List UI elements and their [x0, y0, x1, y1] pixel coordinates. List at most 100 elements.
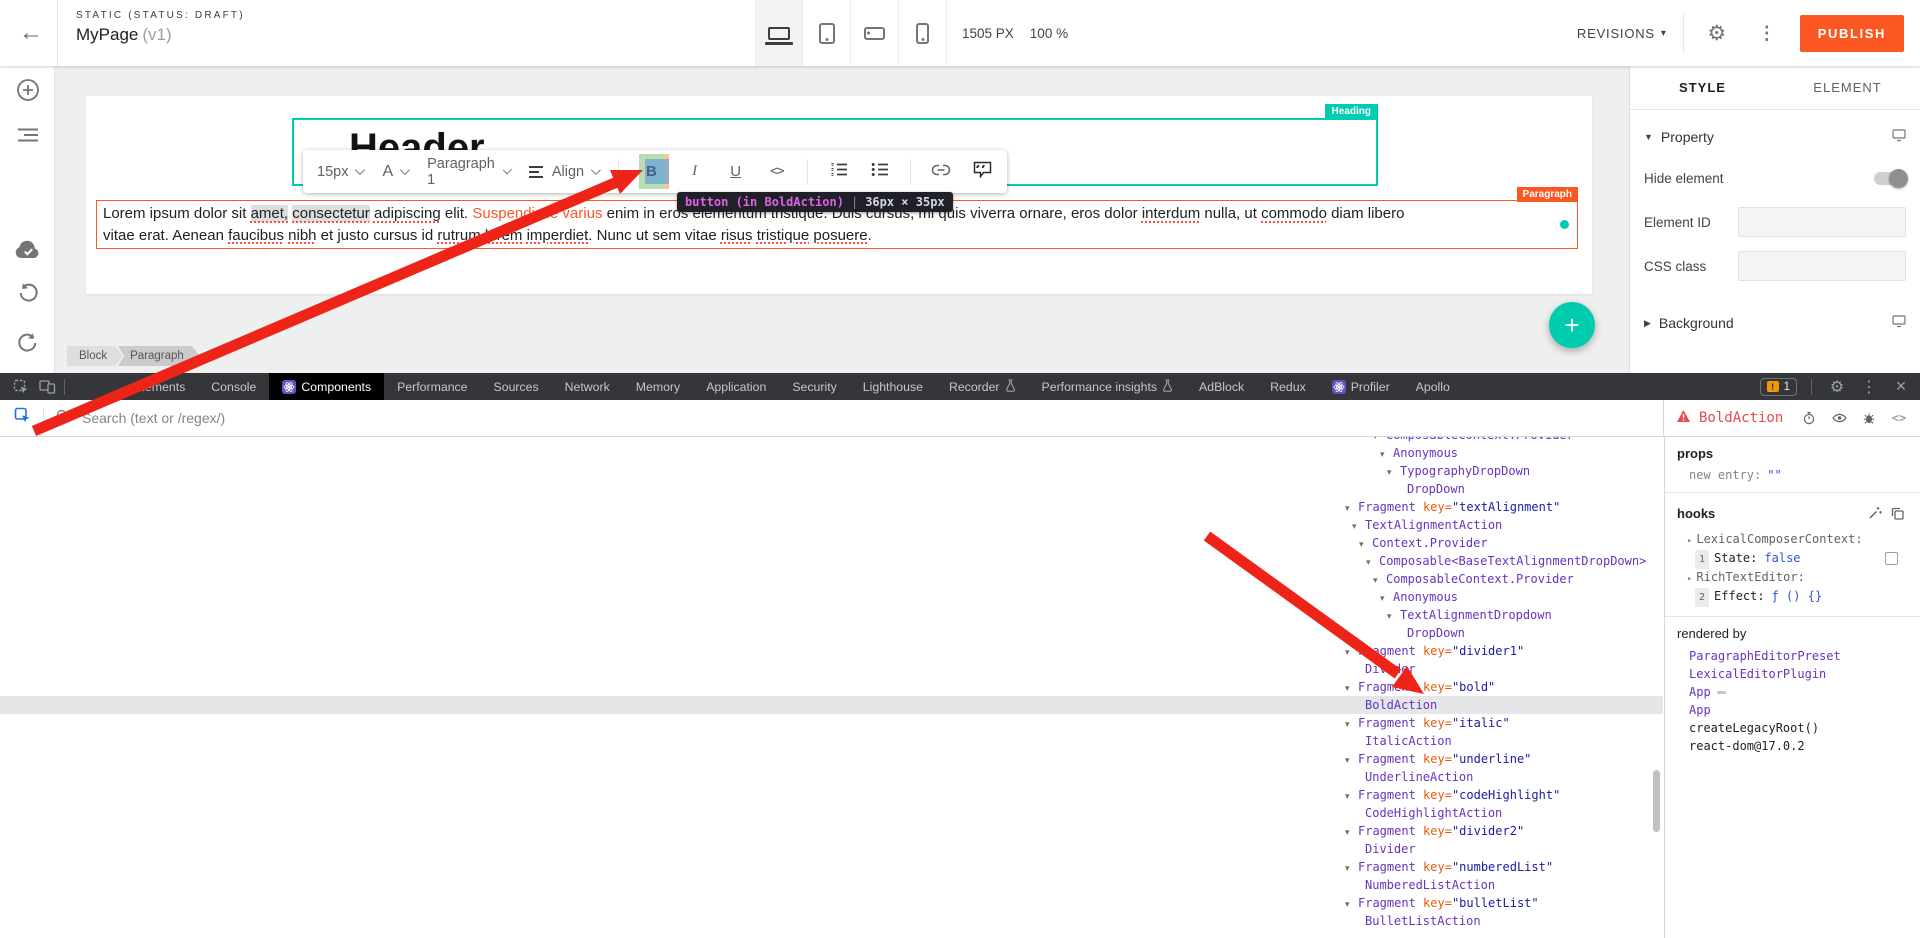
undo-button[interactable]	[14, 281, 42, 309]
caret-down-icon[interactable]: ▾	[1373, 571, 1386, 589]
tree-row-anonymous[interactable]: ▾Anonymous	[0, 588, 1663, 606]
device-tablet-button[interactable]	[803, 0, 851, 66]
caret-down-icon[interactable]: ▾	[1387, 463, 1400, 481]
tree-row-numberedlistaction[interactable]: NumberedListAction	[0, 876, 1663, 894]
devtools-tab-security[interactable]: Security	[779, 373, 849, 400]
tree-row-fragment-divider2[interactable]: ▾Fragment key="divider2"	[0, 822, 1663, 840]
tree-row-codehighlightaction[interactable]: CodeHighlightAction	[0, 804, 1663, 822]
caret-down-icon[interactable]: ▾	[1380, 445, 1393, 463]
caret-right-icon[interactable]: ▸	[1687, 574, 1692, 584]
tree-row-fragment-underline[interactable]: ▾Fragment key="underline"	[0, 750, 1663, 768]
devtools-tab-memory[interactable]: Memory	[623, 373, 693, 400]
tree-row-anonymous[interactable]: ▾Anonymous	[0, 444, 1663, 462]
breadcrumb-paragraph[interactable]: Paragraph	[118, 346, 200, 366]
underline-button[interactable]: U	[725, 155, 746, 189]
tree-row-italicaction[interactable]: ItalicAction	[0, 732, 1663, 750]
props-new-entry[interactable]: new entry:""	[1677, 468, 1908, 482]
bullet-list-button[interactable]	[869, 155, 890, 189]
rendered-by-lexicaleditorplugin[interactable]: LexicalEditorPlugin	[1677, 665, 1908, 683]
devtools-tab-components[interactable]: Components	[269, 373, 384, 400]
redo-button[interactable]	[14, 331, 42, 359]
font-color-dropdown[interactable]: A	[382, 163, 407, 181]
settings-gear-button[interactable]: ⚙	[1700, 16, 1734, 50]
tree-scrollbar-thumb[interactable]	[1653, 770, 1660, 832]
hook-group-richtexteditor[interactable]: ▸RichTextEditor:	[1677, 568, 1908, 587]
rendered-by-paragrapheditorpreset[interactable]: ParagraphEditorPreset	[1677, 647, 1908, 665]
view-source-button[interactable]: <>	[1888, 407, 1910, 429]
devtools-close-button[interactable]: ×	[1890, 376, 1912, 398]
caret-down-icon[interactable]: ▾	[1345, 679, 1358, 697]
devtools-tab-lighthouse[interactable]: Lighthouse	[850, 373, 936, 400]
suspense-timer-button[interactable]	[1798, 407, 1820, 429]
rendered-by-name[interactable]: App	[1689, 701, 1711, 719]
device-desktop-button[interactable]	[755, 0, 803, 66]
add-element-button[interactable]	[14, 78, 42, 106]
device-tablet-landscape-button[interactable]	[851, 0, 899, 66]
caret-down-icon[interactable]: ▾	[1345, 823, 1358, 841]
tree-row-bulletlistaction[interactable]: BulletListAction	[0, 912, 1663, 930]
navigator-button[interactable]	[14, 123, 42, 151]
quote-button[interactable]	[972, 155, 993, 189]
caret-down-icon[interactable]: ▾	[1352, 517, 1365, 535]
tree-row-fragment-textAlignment[interactable]: ▾Fragment key="textAlignment"	[0, 498, 1663, 516]
tab-style[interactable]: STYLE	[1630, 66, 1775, 109]
devtools-tab-network[interactable]: Network	[552, 373, 623, 400]
typography-dropdown[interactable]: Paragraph 1	[427, 156, 509, 188]
caret-down-icon[interactable]: ▾	[1380, 589, 1393, 607]
tree-row-composable-basetextalignmentdropdown-[interactable]: ▾Composable<BaseTextAlignmentDropDown>	[0, 552, 1663, 570]
tree-row-composablecontext-provider[interactable]: ▾ComposableContext.Provider	[0, 570, 1663, 588]
hook-checkbox[interactable]	[1885, 552, 1898, 565]
devtools-tab-application[interactable]: Application	[693, 373, 779, 400]
save-status-button[interactable]	[14, 238, 42, 266]
tree-row-textalignmentaction[interactable]: ▾TextAlignmentAction	[0, 516, 1663, 534]
device-toolbar-button[interactable]	[34, 373, 60, 400]
css-class-input[interactable]	[1738, 251, 1906, 281]
devtools-tab-performance-insights[interactable]: Performance insights	[1029, 373, 1187, 400]
breadcrumb-block[interactable]: Block	[67, 346, 123, 366]
tree-row-boldaction[interactable]: BoldAction	[0, 696, 1663, 714]
property-section-header[interactable]: ▼ Property	[1630, 118, 1920, 156]
devtools-kebab-menu-button[interactable]: ⋮	[1858, 376, 1880, 398]
caret-down-icon[interactable]: ▾	[1345, 751, 1358, 769]
devtools-tab-recorder[interactable]: Recorder	[936, 373, 1029, 400]
tree-row-dropdown[interactable]: DropDown	[0, 480, 1663, 498]
rendered-by-name[interactable]: App	[1689, 683, 1711, 701]
devtools-tab-sources[interactable]: Sources	[481, 373, 552, 400]
tree-row-composablecontext-provider[interactable]: ▾ComposableContext.Provider	[0, 437, 1663, 444]
element-id-input[interactable]	[1738, 207, 1906, 237]
revisions-dropdown[interactable]: REVISIONS ▾	[1577, 26, 1667, 41]
tree-row-context-provider[interactable]: ▾Context.Provider	[0, 534, 1663, 552]
caret-down-icon[interactable]: ▾	[1345, 787, 1358, 805]
caret-down-icon[interactable]: ▾	[1345, 859, 1358, 877]
device-mobile-button[interactable]	[899, 0, 947, 66]
tree-row-fragment-bold[interactable]: ▾Fragment key="bold"	[0, 678, 1663, 696]
publish-button[interactable]: PUBLISH	[1800, 15, 1904, 52]
caret-right-icon[interactable]: ▸	[1687, 536, 1692, 546]
hook-state[interactable]: 1State:false	[1677, 549, 1908, 568]
hook-group-lexicalcomposercontext[interactable]: ▸LexicalComposerContext:	[1677, 530, 1908, 549]
hook-effect[interactable]: 2Effect:ƒ () {}	[1677, 587, 1908, 606]
devtools-tab-elements[interactable]: Elements	[121, 373, 198, 400]
tree-row-fragment-divider1[interactable]: ▾Fragment key="divider1"	[0, 642, 1663, 660]
kebab-menu-button[interactable]: ⋮	[1750, 16, 1784, 50]
devtools-settings-gear-button[interactable]: ⚙	[1826, 376, 1848, 398]
font-size-dropdown[interactable]: 15px	[317, 164, 362, 180]
tree-row-divider[interactable]: Divider	[0, 660, 1663, 678]
devtools-tab-apollo[interactable]: Apollo	[1403, 373, 1463, 400]
tree-row-textalignmentdropdown[interactable]: ▾TextAlignmentDropdown	[0, 606, 1663, 624]
rendered-by-name[interactable]: LexicalEditorPlugin	[1689, 665, 1826, 683]
rendered-by-app[interactable]: App	[1677, 701, 1908, 719]
tree-row-fragment-numberedList[interactable]: ▾Fragment key="numberedList"	[0, 858, 1663, 876]
error-counter-badge[interactable]: ! 1	[1760, 378, 1797, 396]
rendered-by-app[interactable]: App	[1677, 683, 1908, 701]
devtools-tab-adblock[interactable]: AdBlock	[1186, 373, 1257, 400]
italic-button[interactable]: I	[684, 155, 705, 189]
inspect-element-button[interactable]	[8, 373, 34, 400]
tree-row-fragment-codeHighlight[interactable]: ▾Fragment key="codeHighlight"	[0, 786, 1663, 804]
tab-element[interactable]: ELEMENT	[1775, 66, 1920, 109]
caret-down-icon[interactable]: ▾	[1366, 553, 1379, 571]
background-section-header[interactable]: ▶ Background	[1630, 304, 1920, 342]
add-block-fab[interactable]: +	[1549, 302, 1595, 348]
numbered-list-button[interactable]	[828, 155, 849, 189]
bold-button[interactable]: B	[639, 154, 664, 189]
